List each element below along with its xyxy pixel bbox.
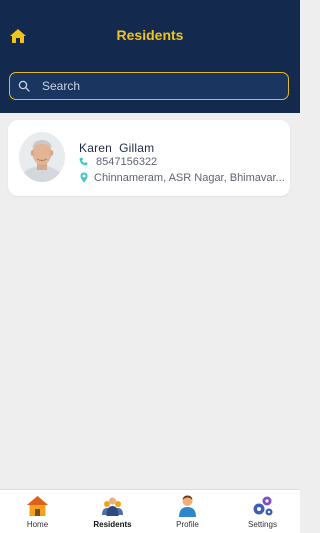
resident-avatar — [19, 132, 65, 182]
nav-item-settings[interactable]: Settings — [225, 490, 300, 533]
page-title: Residents — [116, 27, 184, 43]
resident-address: Chinnameram, ASR Nagar, Bhimavar... — [94, 172, 284, 184]
nav-label-home: Home — [26, 520, 49, 529]
house-icon — [27, 496, 48, 516]
phone-icon[interactable] — [79, 157, 88, 166]
app-header: Residents — [0, 0, 300, 113]
search-bar[interactable] — [9, 72, 289, 100]
bottom-navigation: Home Residents Profile Settings — [0, 489, 300, 533]
location-pin-icon — [80, 172, 88, 183]
resident-name: Karen Gillam — [79, 141, 155, 155]
resident-phone[interactable]: 8547156322 — [96, 156, 157, 168]
nav-label-profile: Profile — [176, 520, 199, 529]
nav-label-settings: Settings — [248, 520, 277, 529]
residents-group-icon — [102, 497, 123, 516]
search-input[interactable] — [42, 77, 282, 95]
profile-person-icon — [179, 495, 196, 517]
nav-label-residents: Residents — [93, 520, 132, 529]
nav-item-home[interactable]: Home — [0, 490, 75, 533]
settings-gears-icon — [253, 496, 273, 516]
nav-item-profile[interactable]: Profile — [150, 490, 225, 533]
resident-card[interactable]: Karen Gillam 8547156322 Chinnameram, ASR… — [8, 120, 290, 196]
nav-item-residents[interactable]: Residents — [75, 490, 150, 533]
search-icon — [18, 80, 30, 92]
